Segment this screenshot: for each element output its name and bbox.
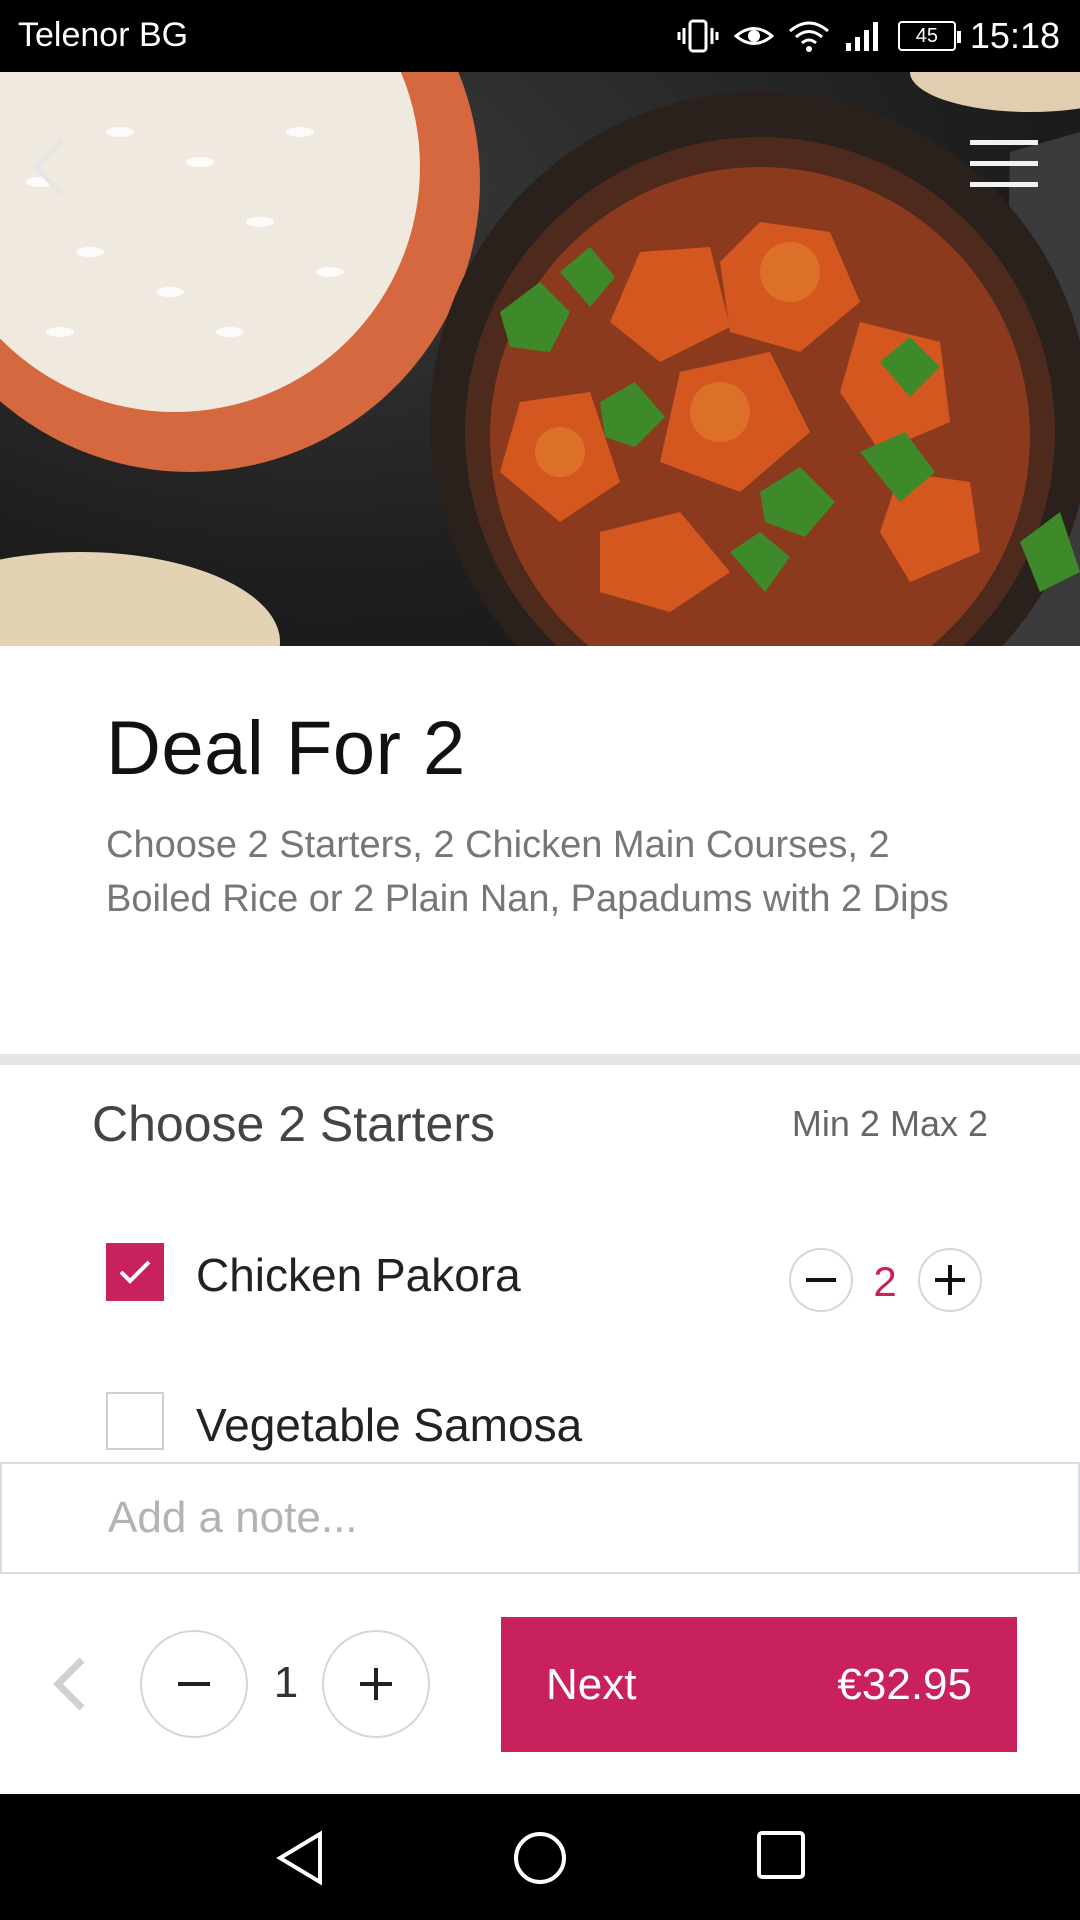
total-price: €32.95 [837, 1659, 972, 1709]
increase-quantity-button[interactable] [322, 1630, 430, 1738]
food-illustration [0, 72, 1080, 646]
previous-icon[interactable] [48, 1656, 92, 1712]
checkmark-icon [119, 1260, 151, 1284]
nav-back-icon[interactable] [274, 1830, 326, 1886]
minus-icon [806, 1278, 836, 1282]
quantity-value: 1 [273, 1658, 299, 1707]
system-nav-bar [0, 1794, 1080, 1920]
option-vegetable-samosa[interactable]: Vegetable Samosa [0, 1382, 1080, 1462]
battery-icon: 45 [897, 21, 961, 51]
option-quantity: 2 [873, 1258, 897, 1305]
increase-option-button[interactable] [918, 1248, 982, 1312]
deal-description: Choose 2 Starters, 2 Chicken Main Course… [106, 824, 949, 920]
note-field[interactable] [0, 1462, 1080, 1574]
nav-recents-icon[interactable] [756, 1830, 806, 1880]
next-button[interactable]: Next €32.95 [501, 1617, 1017, 1752]
selection-limits: Min 2 Max 2 [791, 1103, 988, 1144]
nav-home-icon[interactable] [512, 1830, 568, 1886]
deal-title: Deal For 2 [106, 706, 466, 791]
plus-icon [360, 1668, 392, 1700]
decrease-option-button[interactable] [789, 1248, 853, 1312]
decrease-quantity-button[interactable] [140, 1630, 248, 1738]
section-divider [0, 1054, 1080, 1065]
plus-icon [935, 1265, 965, 1295]
eye-icon [733, 27, 774, 45]
signal-icon [845, 22, 878, 51]
wifi-icon [788, 21, 829, 52]
note-input[interactable] [2, 1464, 1078, 1572]
hero-image [0, 72, 1080, 646]
checkbox-unchecked[interactable] [106, 1392, 164, 1450]
section-title: Choose 2 Starters [92, 1096, 495, 1152]
back-icon[interactable] [24, 132, 74, 202]
checkbox-checked[interactable] [106, 1243, 164, 1301]
status-icons: 45 15:18 [676, 12, 1060, 60]
option-label: Chicken Pakora [196, 1249, 521, 1301]
status-bar: Telenor BG 45 15:18 [0, 0, 1080, 72]
clock: 15:18 [969, 15, 1060, 56]
carrier-name: Telenor BG [18, 16, 189, 54]
option-chicken-pakora[interactable]: Chicken Pakora 2 [0, 1232, 1080, 1312]
vibrate-icon [677, 19, 719, 53]
battery-level: 45 [915, 24, 939, 47]
next-label: Next [546, 1659, 637, 1709]
option-label: Vegetable Samosa [196, 1399, 583, 1451]
minus-icon [178, 1682, 210, 1686]
menu-icon[interactable] [968, 136, 1040, 192]
